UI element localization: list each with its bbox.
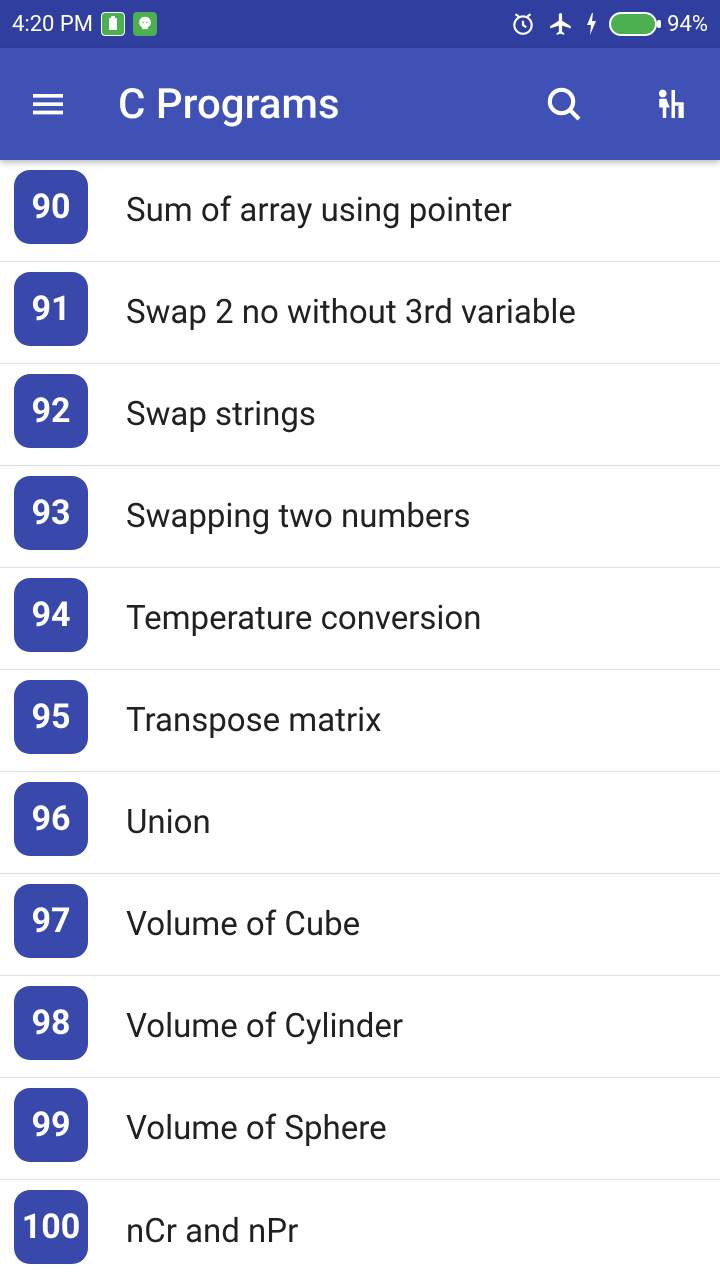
item-label: Swap 2 no without 3rd variable [126, 293, 576, 332]
item-label: Swap strings [126, 395, 316, 434]
list-item[interactable]: 99 Volume of Sphere [0, 1078, 720, 1180]
person-at-desk-button[interactable] [644, 80, 692, 128]
list-item[interactable]: 96 Union [0, 772, 720, 874]
list-item[interactable]: 90 Sum of array using pointer [0, 160, 720, 262]
list-item[interactable]: 97 Volume of Cube [0, 874, 720, 976]
person-desk-icon [647, 83, 689, 125]
item-number-badge: 94 [14, 578, 88, 652]
item-label: Volume of Cylinder [126, 1007, 403, 1046]
list-item[interactable]: 94 Temperature conversion [0, 568, 720, 670]
item-label: nCr and nPr [126, 1212, 298, 1251]
item-label: Sum of array using pointer [126, 191, 512, 230]
list-item[interactable]: 95 Transpose matrix [0, 670, 720, 772]
item-number-badge: 91 [14, 272, 88, 346]
item-label: Volume of Sphere [126, 1109, 387, 1148]
menu-button[interactable] [24, 80, 72, 128]
battery-percent: 94% [667, 12, 708, 37]
item-number-badge: 95 [14, 680, 88, 754]
app-bar: C Programs [0, 48, 720, 160]
item-number-badge: 98 [14, 986, 88, 1060]
item-label: Volume of Cube [126, 905, 360, 944]
airplane-mode-icon [547, 10, 575, 38]
app-bar-actions [540, 80, 692, 128]
item-number-badge: 93 [14, 476, 88, 550]
status-left: 4:20 PM [12, 12, 157, 37]
alarm-icon [509, 10, 537, 38]
item-label: Transpose matrix [126, 701, 382, 740]
hamburger-icon [28, 84, 68, 124]
page-title: C Programs [118, 80, 494, 129]
item-number-badge: 96 [14, 782, 88, 856]
status-right: 94% [509, 10, 708, 38]
item-number-badge: 99 [14, 1088, 88, 1162]
item-label: Union [126, 803, 211, 842]
battery-icon [609, 12, 657, 36]
list-item[interactable]: 92 Swap strings [0, 364, 720, 466]
item-number-badge: 92 [14, 374, 88, 448]
search-icon [544, 84, 584, 124]
status-time: 4:20 PM [12, 12, 93, 37]
app-indicator-icon [133, 12, 157, 36]
item-label: Swapping two numbers [126, 497, 471, 536]
list-item[interactable]: 98 Volume of Cylinder [0, 976, 720, 1078]
program-list: 90 Sum of array using pointer 91 Swap 2 … [0, 160, 720, 1280]
item-label: Temperature conversion [126, 599, 481, 638]
list-item[interactable]: 93 Swapping two numbers [0, 466, 720, 568]
list-item[interactable]: 100 nCr and nPr [0, 1180, 720, 1280]
status-bar: 4:20 PM 94% [0, 0, 720, 48]
item-number-badge: 100 [14, 1190, 88, 1264]
charging-icon [585, 10, 599, 38]
item-number-badge: 97 [14, 884, 88, 958]
battery-saver-icon [101, 12, 125, 36]
list-item[interactable]: 91 Swap 2 no without 3rd variable [0, 262, 720, 364]
search-button[interactable] [540, 80, 588, 128]
item-number-badge: 90 [14, 170, 88, 244]
